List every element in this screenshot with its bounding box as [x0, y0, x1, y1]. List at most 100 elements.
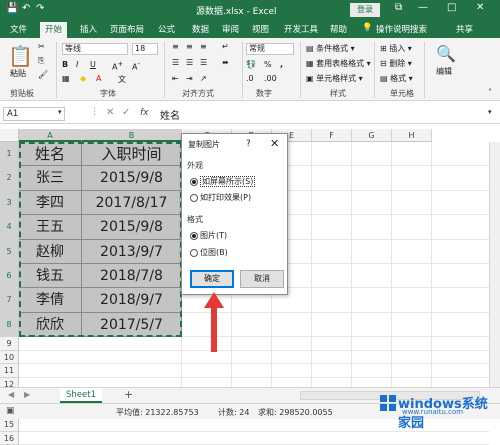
- radio-picture[interactable]: 图片(T): [190, 230, 227, 241]
- column-header-a[interactable]: A: [19, 129, 82, 142]
- row-header[interactable]: 16: [0, 431, 19, 445]
- radio-as-shown-when-printed[interactable]: 如打印效果(P): [190, 192, 251, 203]
- insert-function-icon[interactable]: fx: [140, 108, 149, 118]
- row-header[interactable]: 4: [0, 215, 19, 240]
- maximize-button[interactable]: □: [447, 2, 456, 13]
- undo-icon[interactable]: ↶: [22, 3, 30, 14]
- format-table-button[interactable]: ▦ 套用表格格式 ▾: [306, 58, 371, 69]
- macro-record-icon[interactable]: ▣: [6, 406, 15, 416]
- radio-bitmap[interactable]: 位图(B): [190, 247, 228, 258]
- row-header[interactable]: 5: [0, 239, 19, 264]
- row-header[interactable]: 8: [0, 312, 19, 338]
- row-header[interactable]: 9: [0, 337, 19, 351]
- collapse-ribbon-icon[interactable]: ˄: [488, 88, 492, 97]
- formula-input[interactable]: 姓名: [160, 107, 180, 122]
- tab-review[interactable]: 审阅: [222, 23, 239, 35]
- merge-center-icon[interactable]: ⬌: [222, 58, 229, 67]
- phonetic-icon[interactable]: 文: [118, 74, 126, 85]
- orientation-icon[interactable]: ↗: [200, 74, 207, 83]
- align-left-icon[interactable]: ☰: [172, 58, 179, 67]
- font-color-icon[interactable]: A: [96, 74, 101, 83]
- align-bottom-icon[interactable]: ≡: [200, 42, 207, 51]
- close-button[interactable]: ✕: [476, 2, 484, 13]
- tab-developer[interactable]: 开发工具: [284, 23, 318, 35]
- tab-data[interactable]: 数据: [192, 23, 209, 35]
- comma-button[interactable]: ,: [280, 60, 283, 69]
- vertical-scrollbar[interactable]: [489, 142, 500, 387]
- font-size-combo[interactable]: 18: [132, 43, 158, 55]
- tab-formulas[interactable]: 公式: [158, 23, 175, 35]
- indent-increase-icon[interactable]: ⇥: [186, 74, 193, 83]
- tab-page-layout[interactable]: 页面布局: [110, 23, 144, 35]
- ribbon-display-icon[interactable]: ⧉: [395, 2, 402, 13]
- align-center-icon[interactable]: ☰: [186, 58, 193, 67]
- row-header[interactable]: 2: [0, 166, 19, 191]
- ok-button[interactable]: 确定: [190, 270, 234, 288]
- row-header[interactable]: 3: [0, 190, 19, 216]
- row-header[interactable]: 7: [0, 288, 19, 313]
- next-sheet-icon[interactable]: ▶: [24, 390, 30, 399]
- minimize-button[interactable]: —: [418, 2, 428, 13]
- number-format-combo[interactable]: 常规: [246, 43, 294, 55]
- paste-button[interactable]: 粘贴: [10, 68, 26, 79]
- insert-button[interactable]: ⊞ 插入 ▾: [380, 43, 412, 54]
- help-icon[interactable]: ?: [246, 139, 251, 149]
- align-right-icon[interactable]: ☰: [200, 58, 207, 67]
- add-sheet-button[interactable]: +: [124, 388, 133, 401]
- row-header[interactable]: 1: [0, 142, 19, 167]
- copy-icon[interactable]: ⎘: [38, 56, 44, 66]
- decrease-decimal-icon[interactable]: .00: [264, 74, 277, 83]
- row-header[interactable]: 6: [0, 264, 19, 289]
- bold-button[interactable]: B: [62, 60, 68, 69]
- conditional-format-button[interactable]: ▤ 条件格式 ▾: [306, 43, 355, 54]
- column-header-h[interactable]: H: [392, 129, 432, 142]
- cancel-button[interactable]: 取消: [240, 270, 284, 288]
- border-icon[interactable]: ▦: [62, 74, 70, 83]
- paste-icon[interactable]: 📋: [8, 44, 33, 68]
- indent-decrease-icon[interactable]: ⇤: [172, 74, 179, 83]
- name-box[interactable]: A1: [3, 107, 65, 121]
- increase-font-icon[interactable]: A+: [112, 60, 123, 72]
- select-all-corner[interactable]: [0, 129, 19, 142]
- expand-formula-icon[interactable]: ▾: [488, 108, 492, 116]
- cut-icon[interactable]: ✂: [38, 42, 45, 51]
- decrease-font-icon[interactable]: A-: [132, 60, 140, 72]
- radio-as-shown-on-screen[interactable]: 如屏幕所示(S): [190, 176, 256, 187]
- row-header[interactable]: 10: [0, 350, 19, 365]
- fill-color-icon[interactable]: ◆: [80, 74, 86, 83]
- editing-button[interactable]: 编辑: [436, 66, 452, 77]
- prev-sheet-icon[interactable]: ◀: [8, 390, 14, 399]
- column-header-b[interactable]: B: [82, 129, 182, 142]
- row-header[interactable]: 11: [0, 364, 19, 378]
- sheet-tab-sheet1[interactable]: Sheet1: [60, 388, 102, 403]
- tab-view[interactable]: 视图: [252, 23, 269, 35]
- dialog-close-icon[interactable]: ✕: [270, 137, 279, 150]
- align-middle-icon[interactable]: ≡: [186, 42, 193, 51]
- tell-me-search[interactable]: 操作说明搜索: [376, 23, 427, 35]
- save-icon[interactable]: 💾: [6, 3, 18, 14]
- font-name-combo[interactable]: 等线: [62, 43, 128, 55]
- align-top-icon[interactable]: ≡: [172, 42, 179, 51]
- underline-button[interactable]: U: [90, 60, 96, 69]
- namebox-dropdown-icon[interactable]: ▾: [58, 108, 62, 116]
- login-button[interactable]: 登录: [350, 3, 380, 17]
- tab-home[interactable]: 开始: [40, 22, 68, 38]
- percent-button[interactable]: %: [264, 60, 272, 69]
- tab-help[interactable]: 帮助: [330, 23, 347, 35]
- cancel-icon[interactable]: ✕: [106, 107, 114, 118]
- format-button[interactable]: ▤ 格式 ▾: [380, 73, 413, 84]
- search-icon[interactable]: 🔍: [436, 44, 456, 63]
- tab-insert[interactable]: 插入: [80, 23, 97, 35]
- currency-icon[interactable]: 💱: [246, 60, 256, 69]
- column-header-f[interactable]: F: [312, 129, 352, 142]
- redo-icon[interactable]: ↷: [36, 3, 44, 14]
- column-header-g[interactable]: G: [352, 129, 392, 142]
- cell-styles-button[interactable]: ▣ 单元格样式 ▾: [306, 73, 363, 84]
- delete-button[interactable]: ⊟ 删除 ▾: [380, 58, 412, 69]
- increase-decimal-icon[interactable]: .0: [246, 74, 254, 83]
- enter-icon[interactable]: ✓: [122, 107, 130, 118]
- row-header[interactable]: 15: [0, 418, 19, 432]
- wrap-text-icon[interactable]: ↵: [222, 42, 229, 51]
- format-painter-icon[interactable]: 🖌: [38, 70, 48, 79]
- tab-file[interactable]: 文件: [10, 23, 27, 35]
